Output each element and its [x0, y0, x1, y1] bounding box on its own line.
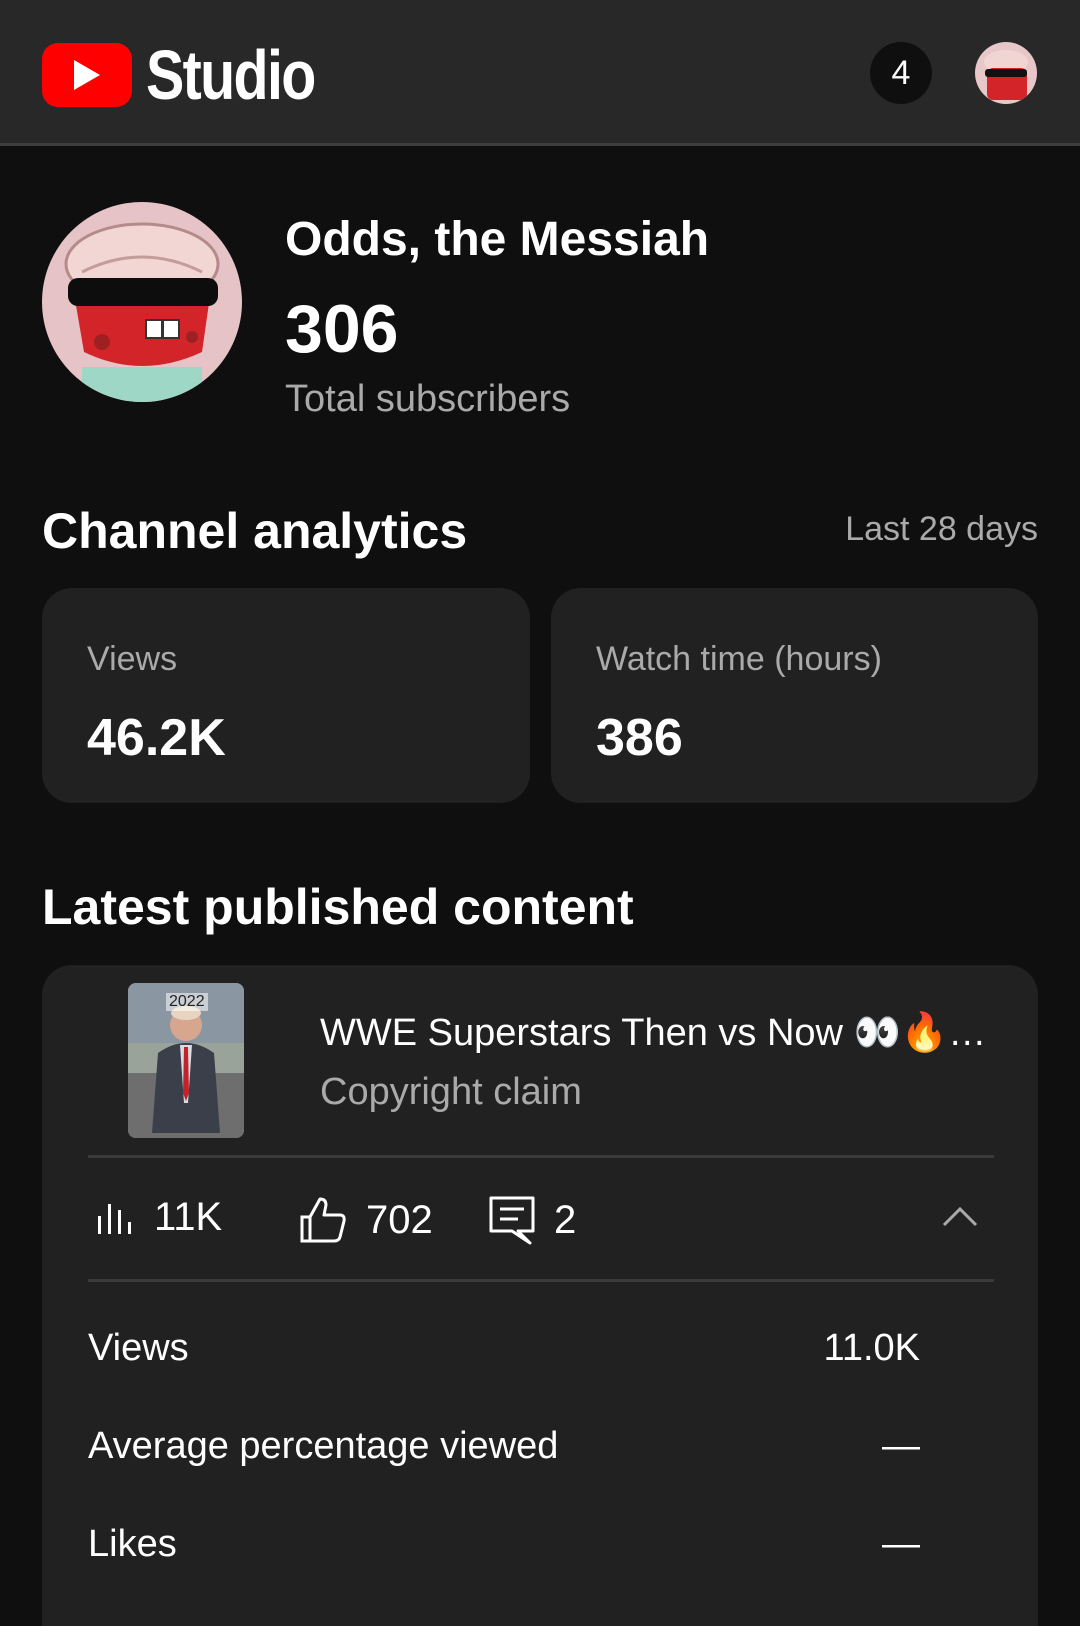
- metric-views-label: Views: [88, 1327, 189, 1369]
- comments-stat-value: 2: [554, 1197, 577, 1242]
- notifications-badge[interactable]: 4: [870, 42, 932, 104]
- account-avatar[interactable]: [975, 42, 1037, 104]
- views-stat-value: 11K: [154, 1195, 223, 1239]
- subscriber-count: 306: [285, 291, 399, 367]
- likes-stat: 702: [298, 1195, 433, 1245]
- metric-likes-value: —: [882, 1523, 920, 1565]
- likes-stat-value: 702: [366, 1197, 433, 1242]
- views-card[interactable]: Views 46.2K: [42, 588, 530, 803]
- comment-icon: [489, 1196, 535, 1245]
- divider: [88, 1155, 994, 1158]
- thumbnail-year-text: 2022: [166, 993, 208, 1011]
- views-stat: 11K: [92, 1195, 222, 1240]
- watch-time-card-value: 386: [596, 709, 683, 767]
- video-status: Copyright claim: [320, 1071, 582, 1113]
- metric-views-value: 11.0K: [823, 1327, 920, 1369]
- date-range-label: Last 28 days: [845, 510, 1038, 548]
- chevron-up-icon[interactable]: [942, 1205, 978, 1234]
- video-thumbnail[interactable]: 2022: [128, 983, 244, 1138]
- metric-avg-percentage-value: —: [882, 1425, 920, 1467]
- views-card-label: Views: [87, 640, 178, 678]
- top-app-bar: Studio 4: [0, 0, 1080, 146]
- thumbs-up-icon: [300, 1197, 346, 1243]
- views-card-value: 46.2K: [87, 709, 226, 767]
- channel-analytics-title: Channel analytics: [42, 503, 468, 559]
- video-title[interactable]: WWE Superstars Then vs Now 👀🔥…: [320, 1011, 986, 1055]
- latest-video-card: 2022 WWE Superstars Then vs Now 👀🔥… Copy…: [42, 965, 1038, 1626]
- comments-stat: 2: [488, 1195, 576, 1245]
- channel-name: Odds, the Messiah: [285, 213, 710, 266]
- latest-content-title: Latest published content: [42, 879, 634, 935]
- studio-logo[interactable]: Studio: [42, 40, 352, 110]
- channel-avatar[interactable]: [42, 202, 242, 402]
- watch-time-card[interactable]: Watch time (hours) 386: [551, 588, 1038, 803]
- watch-time-card-label: Watch time (hours): [596, 640, 882, 678]
- subscriber-label: Total subscribers: [285, 378, 571, 420]
- youtube-play-icon: [42, 43, 132, 107]
- divider: [88, 1279, 994, 1282]
- metric-avg-percentage-label: Average percentage viewed: [88, 1425, 559, 1467]
- metric-likes-label: Likes: [88, 1523, 177, 1565]
- app-title: Studio: [146, 36, 316, 114]
- bar-chart-icon: [98, 1203, 131, 1234]
